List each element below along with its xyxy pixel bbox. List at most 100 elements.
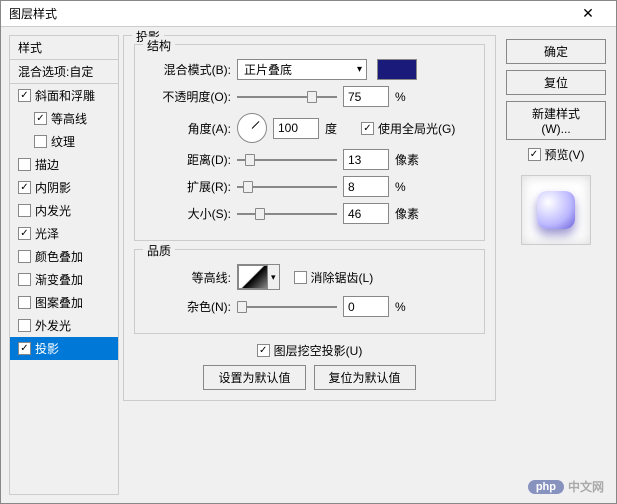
- checkbox-icon: [18, 89, 31, 102]
- checkbox-icon: [294, 271, 307, 284]
- style-item-label: 图案叠加: [35, 294, 83, 311]
- window-title: 图层样式: [9, 5, 57, 22]
- style-item-label: 光泽: [35, 225, 59, 242]
- styles-panel: 样式 混合选项:自定 斜面和浮雕等高线纹理描边内阴影内发光光泽颜色叠加渐变叠加图…: [9, 35, 119, 495]
- contour-picker[interactable]: ▾: [237, 264, 280, 290]
- watermark: php 中文网: [528, 478, 604, 495]
- checkbox-icon: [528, 148, 541, 161]
- checkbox-icon: [18, 342, 31, 355]
- opacity-unit: %: [395, 90, 425, 104]
- ok-button[interactable]: 确定: [506, 39, 606, 64]
- shadow-color-swatch[interactable]: [377, 59, 417, 80]
- style-item-label: 外发光: [35, 317, 71, 334]
- style-item[interactable]: 纹理: [10, 130, 118, 153]
- titlebar[interactable]: 图层样式 ✕: [1, 1, 616, 27]
- checkbox-icon: [257, 344, 270, 357]
- style-item[interactable]: 内阴影: [10, 176, 118, 199]
- noise-input[interactable]: [343, 296, 389, 317]
- noise-slider[interactable]: [237, 299, 337, 315]
- reset-button[interactable]: 复位: [506, 70, 606, 95]
- knockout-label: 图层挖空投影(U): [274, 342, 363, 359]
- global-light-label: 使用全局光(G): [378, 120, 455, 137]
- checkbox-icon: [18, 181, 31, 194]
- size-label: 大小(S):: [145, 205, 231, 222]
- actions-panel: 确定 复位 新建样式(W)... 预览(V): [500, 35, 612, 495]
- angle-label: 角度(A):: [145, 120, 231, 137]
- new-style-button[interactable]: 新建样式(W)...: [506, 101, 606, 140]
- angle-unit: 度: [325, 120, 355, 137]
- spread-slider[interactable]: [237, 179, 337, 195]
- style-item-label: 描边: [35, 156, 59, 173]
- style-item[interactable]: 描边: [10, 153, 118, 176]
- checkbox-icon: [18, 250, 31, 263]
- distance-label: 距离(D):: [145, 151, 231, 168]
- contour-swatch-icon: [238, 265, 268, 289]
- layer-style-dialog: 图层样式 ✕ 样式 混合选项:自定 斜面和浮雕等高线纹理描边内阴影内发光光泽颜色…: [0, 0, 617, 504]
- style-item-label: 内阴影: [35, 179, 71, 196]
- distance-input[interactable]: [343, 149, 389, 170]
- checkbox-icon: [18, 158, 31, 171]
- blend-mode-combo[interactable]: 正片叠底 ▾: [237, 59, 367, 80]
- checkbox-icon: [34, 135, 47, 148]
- settings-panel: 投影 结构 混合模式(B): 正片叠底 ▾ 不透明度(O):: [123, 35, 496, 495]
- noise-unit: %: [395, 300, 425, 314]
- distance-unit: 像素: [395, 151, 425, 168]
- preview-shape-icon: [537, 191, 575, 229]
- checkbox-icon: [18, 227, 31, 240]
- style-item[interactable]: 斜面和浮雕: [10, 84, 118, 107]
- style-item-label: 纹理: [51, 133, 75, 150]
- close-icon[interactable]: ✕: [568, 5, 608, 22]
- blend-mode-value: 正片叠底: [244, 61, 292, 78]
- opacity-input[interactable]: [343, 86, 389, 107]
- knockout-check[interactable]: 图层挖空投影(U): [257, 342, 363, 359]
- styles-header[interactable]: 样式: [9, 35, 119, 60]
- checkbox-icon: [18, 296, 31, 309]
- structure-legend: 结构: [143, 37, 175, 54]
- checkbox-icon: [18, 273, 31, 286]
- style-item-label: 颜色叠加: [35, 248, 83, 265]
- opacity-label: 不透明度(O):: [145, 88, 231, 105]
- spread-label: 扩展(R):: [145, 178, 231, 195]
- size-unit: 像素: [395, 205, 425, 222]
- structure-fieldset: 结构 混合模式(B): 正片叠底 ▾ 不透明度(O): %: [134, 44, 485, 241]
- style-item-label: 渐变叠加: [35, 271, 83, 288]
- style-item[interactable]: 投影: [10, 337, 118, 360]
- style-item-label: 斜面和浮雕: [35, 87, 95, 104]
- blending-options-item[interactable]: 混合选项:自定: [9, 60, 119, 84]
- size-input[interactable]: [343, 203, 389, 224]
- style-item-label: 投影: [35, 340, 59, 357]
- reset-default-button[interactable]: 复位为默认值: [314, 365, 416, 390]
- distance-slider[interactable]: [237, 152, 337, 168]
- set-default-button[interactable]: 设置为默认值: [203, 365, 305, 390]
- antialias-check[interactable]: 消除锯齿(L): [294, 269, 374, 286]
- dialog-body: 样式 混合选项:自定 斜面和浮雕等高线纹理描边内阴影内发光光泽颜色叠加渐变叠加图…: [1, 27, 616, 503]
- preview-check[interactable]: 预览(V): [528, 146, 585, 163]
- style-item[interactable]: 等高线: [10, 107, 118, 130]
- checkbox-icon: [18, 204, 31, 217]
- global-light-check[interactable]: 使用全局光(G): [361, 120, 455, 137]
- blend-mode-label: 混合模式(B):: [145, 61, 231, 78]
- spread-input[interactable]: [343, 176, 389, 197]
- angle-dial[interactable]: [237, 113, 267, 143]
- style-item[interactable]: 渐变叠加: [10, 268, 118, 291]
- panel-fieldset: 投影 结构 混合模式(B): 正片叠底 ▾ 不透明度(O):: [123, 35, 496, 401]
- noise-label: 杂色(N):: [145, 298, 231, 315]
- checkbox-icon: [18, 319, 31, 332]
- antialias-label: 消除锯齿(L): [311, 269, 374, 286]
- style-item[interactable]: 内发光: [10, 199, 118, 222]
- style-item-label: 等高线: [51, 110, 87, 127]
- style-item[interactable]: 颜色叠加: [10, 245, 118, 268]
- styles-list: 斜面和浮雕等高线纹理描边内阴影内发光光泽颜色叠加渐变叠加图案叠加外发光投影: [9, 84, 119, 495]
- contour-label: 等高线:: [145, 269, 231, 286]
- chevron-down-icon: ▾: [357, 64, 362, 75]
- angle-input[interactable]: [273, 118, 319, 139]
- style-item-label: 内发光: [35, 202, 71, 219]
- quality-fieldset: 品质 等高线: ▾ 消除锯齿(L) 杂色(N):: [134, 249, 485, 334]
- watermark-badge: php: [528, 480, 564, 494]
- opacity-slider[interactable]: [237, 89, 337, 105]
- style-item[interactable]: 外发光: [10, 314, 118, 337]
- watermark-text: 中文网: [568, 478, 604, 495]
- style-item[interactable]: 图案叠加: [10, 291, 118, 314]
- size-slider[interactable]: [237, 206, 337, 222]
- style-item[interactable]: 光泽: [10, 222, 118, 245]
